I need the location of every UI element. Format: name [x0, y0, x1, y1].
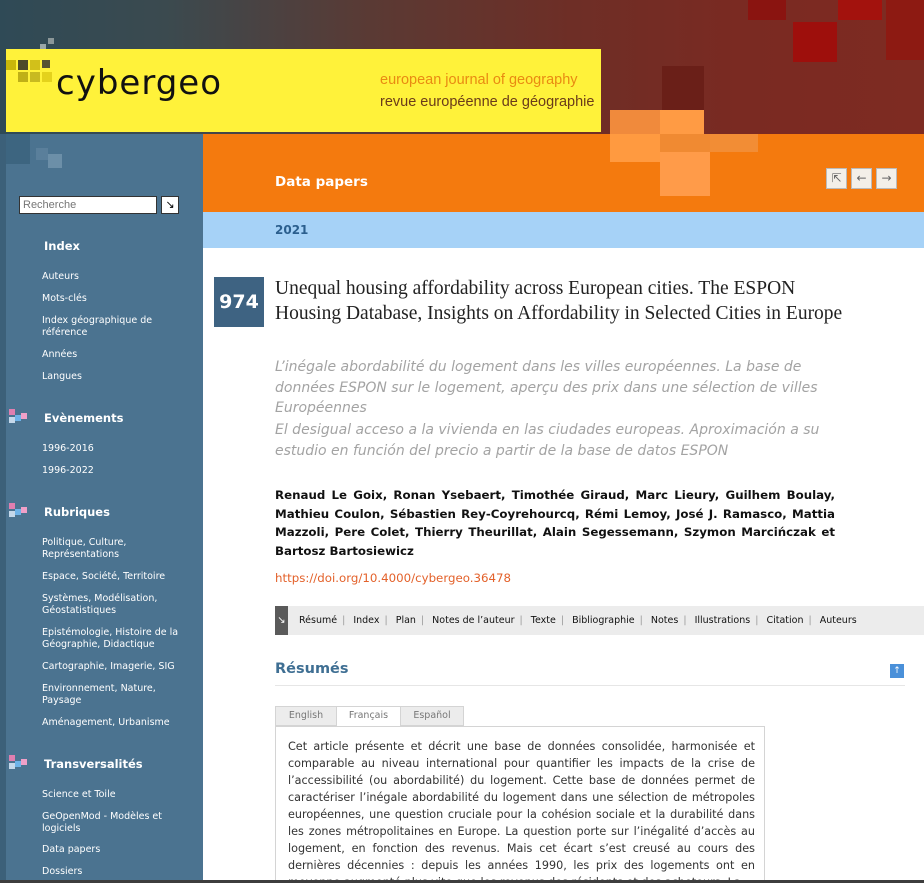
- section-header: Data papers ⇱ ← →: [203, 134, 924, 212]
- section-marker-icon: [9, 755, 33, 771]
- article-authors[interactable]: Renaud Le Goix, Ronan Ysebaert, Timothée…: [275, 486, 835, 560]
- article-title-french: L’inégale abordabilité du logement dans …: [275, 359, 818, 416]
- header-banner: cybergeo european journal of geography r…: [0, 0, 924, 134]
- toc-item-illustrations[interactable]: Illustrations: [695, 615, 751, 626]
- nav-up-button[interactable]: ⇱: [826, 168, 847, 189]
- toc-item-citation[interactable]: Citation: [766, 615, 803, 626]
- toc-items: Résumé | Index | Plan | Notes de l’auteur | …: [299, 615, 857, 626]
- sidebar-item-1996-2016[interactable]: 1996-2016: [42, 443, 192, 455]
- sidebar-item-1996-2022[interactable]: 1996-2022: [42, 465, 192, 477]
- sidebar-item-amenagement[interactable]: Aménagement, Urbanisme: [42, 717, 192, 729]
- sidebar-item-politique[interactable]: Politique, Culture, Représentations: [42, 537, 192, 561]
- tab-francais[interactable]: Français: [336, 706, 401, 727]
- toc-item-notes[interactable]: Notes: [651, 615, 678, 626]
- toc-item-index[interactable]: Index: [353, 615, 379, 626]
- nav-previous-button[interactable]: ←: [851, 168, 872, 189]
- sidebar-edge: [0, 134, 6, 883]
- toc-item-notes-auteur[interactable]: Notes de l’auteur: [432, 615, 514, 626]
- article-toc: ↘ Résumé | Index | Plan | Notes de l’auteur…: [275, 606, 924, 635]
- sidebar-heading-transversalites[interactable]: Transversalités: [44, 757, 143, 771]
- sidebar-item-systemes[interactable]: Systèmes, Modélisation, Géostatistiques: [42, 593, 192, 617]
- article-title-spanish: El desigual acceso a la vivienda en las …: [275, 422, 820, 459]
- toc-item-plan[interactable]: Plan: [396, 615, 416, 626]
- divider: [275, 685, 905, 686]
- sidebar-item-environnement[interactable]: Environnement, Nature, Paysage: [42, 683, 192, 707]
- tab-espanol[interactable]: Español: [400, 706, 464, 726]
- arrow-up-left-icon: ⇱: [831, 171, 842, 185]
- toc-item-bibliographie[interactable]: Bibliographie: [572, 615, 635, 626]
- article-title: Unequal housing affordability across Eur…: [275, 278, 843, 324]
- sidebar-item-data-papers[interactable]: Data papers: [42, 844, 192, 856]
- sidebar-heading-evenements[interactable]: Evènements: [44, 411, 123, 425]
- section-marker-icon: [9, 503, 33, 519]
- section-title: Data papers: [275, 174, 368, 190]
- sidebar-item-geopenmod[interactable]: GeOpenMod - Modèles et logiciels: [42, 811, 192, 835]
- toc-item-texte[interactable]: Texte: [531, 615, 556, 626]
- search-input[interactable]: [19, 196, 157, 214]
- resumes-heading: Résumés: [275, 661, 349, 677]
- sidebar-item-espace[interactable]: Espace, Société, Territoire: [42, 571, 192, 583]
- doi-link[interactable]: https://doi.org/10.4000/cybergeo.36478: [275, 571, 511, 585]
- toc-arrow-icon: ↘: [275, 606, 288, 635]
- sidebar-item-cartographie[interactable]: Cartographie, Imagerie, SIG: [42, 661, 192, 673]
- site-logo[interactable]: cybergeo: [56, 63, 222, 103]
- back-to-top-button[interactable]: ↑: [890, 664, 904, 678]
- sidebar-item-dossiers[interactable]: Dossiers: [42, 866, 192, 878]
- arrow-down-right-icon: ↘: [165, 198, 175, 211]
- tab-english[interactable]: English: [275, 706, 337, 726]
- sidebar-heading-rubriques[interactable]: Rubriques: [44, 505, 110, 519]
- year-bar: 2021: [203, 212, 924, 248]
- sidebar-item-langues[interactable]: Langues: [42, 371, 192, 383]
- abstract-text: Cet article présente et décrit une base …: [288, 740, 755, 883]
- tagline-french: revue européenne de géographie: [380, 94, 595, 110]
- sidebar: ↘ Index Auteurs Mots-clés Index géograph…: [0, 134, 203, 883]
- arrow-right-icon: →: [881, 171, 892, 185]
- issue-number: 974: [214, 277, 264, 327]
- section-marker-icon: [9, 409, 33, 425]
- sidebar-heading-index[interactable]: Index: [44, 239, 80, 253]
- sidebar-item-epistemologie[interactable]: Epistémologie, Histoire de la Géographie…: [42, 627, 192, 651]
- page: cybergeo european journal of geography r…: [0, 0, 924, 883]
- toc-item-auteurs[interactable]: Auteurs: [820, 615, 857, 626]
- logo-box[interactable]: cybergeo european journal of geography r…: [6, 49, 601, 132]
- sidebar-item-annees[interactable]: Années: [42, 349, 192, 361]
- nav-next-button[interactable]: →: [876, 168, 897, 189]
- toc-item-resume[interactable]: Résumé: [299, 615, 337, 626]
- arrow-up-icon: ↑: [893, 666, 901, 676]
- arrow-left-icon: ←: [856, 171, 867, 185]
- sidebar-item-science-et-toile[interactable]: Science et Toile: [42, 789, 192, 801]
- sidebar-item-index-geographique[interactable]: Index géographique de référence: [42, 315, 192, 339]
- abstract-panel: Cet article présente et décrit une base …: [275, 726, 765, 883]
- sidebar-item-auteurs[interactable]: Auteurs: [42, 271, 192, 283]
- tagline-english: european journal of geography: [380, 72, 578, 88]
- sidebar-item-mots-cles[interactable]: Mots-clés: [42, 293, 192, 305]
- search-submit-button[interactable]: ↘: [161, 196, 179, 214]
- issue-year[interactable]: 2021: [275, 223, 308, 237]
